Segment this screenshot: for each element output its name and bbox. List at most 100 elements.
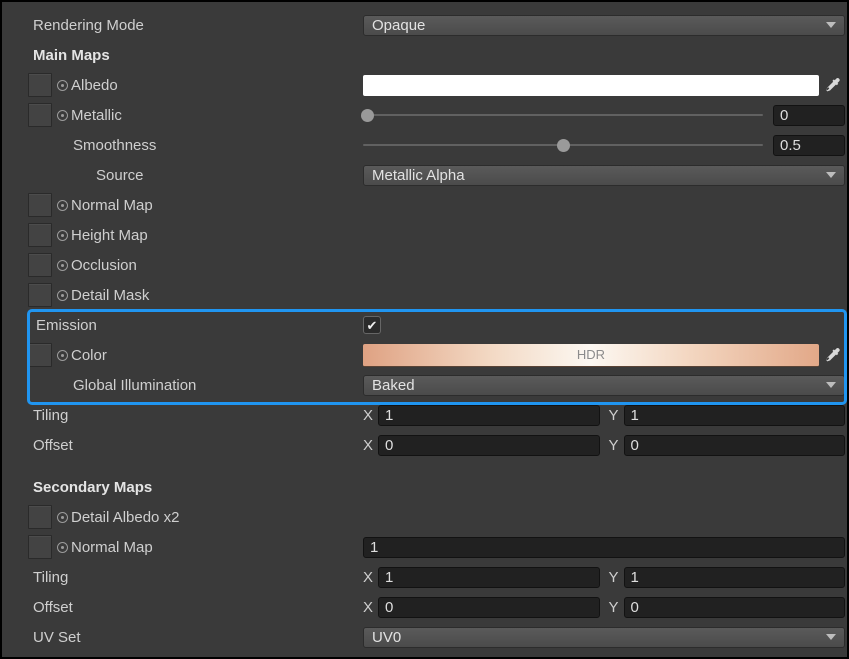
hdr-badge: HDR xyxy=(577,347,605,362)
object-picker-icon[interactable] xyxy=(57,230,68,241)
x-axis-label: X xyxy=(363,437,373,454)
y-axis-label: Y xyxy=(609,569,619,586)
secondary-tiling-row: Tiling X Y xyxy=(2,562,847,592)
secondary-maps-header-row: Secondary Maps xyxy=(2,472,847,502)
object-picker-icon[interactable] xyxy=(57,350,68,361)
dropdown-arrow-icon xyxy=(826,22,836,28)
y-axis-label: Y xyxy=(609,437,619,454)
detail-mask-texture-slot[interactable] xyxy=(28,283,52,307)
normal-map-texture-slot[interactable] xyxy=(28,193,52,217)
emission-color-row: Color HDR xyxy=(2,340,847,370)
rendering-mode-value: Opaque xyxy=(372,17,425,34)
main-tiling-x-field[interactable] xyxy=(378,405,599,426)
metallic-texture-slot[interactable] xyxy=(28,103,52,127)
metallic-slider-handle[interactable] xyxy=(361,109,374,122)
main-maps-header-row: Main Maps xyxy=(2,40,847,70)
x-axis-label: X xyxy=(363,599,373,616)
detail-mask-label: Detail Mask xyxy=(71,287,149,304)
eyedropper-icon[interactable] xyxy=(819,347,845,363)
global-illumination-dropdown[interactable]: Baked xyxy=(363,375,845,396)
eyedropper-icon[interactable] xyxy=(819,77,845,93)
offset-label: Offset xyxy=(33,599,73,616)
object-picker-icon[interactable] xyxy=(57,542,68,553)
main-tiling-y-field[interactable] xyxy=(624,405,845,426)
smoothness-slider[interactable] xyxy=(363,138,763,152)
secondary-normal-map-label: Normal Map xyxy=(71,539,153,556)
metallic-label: Metallic xyxy=(71,107,122,124)
albedo-texture-slot[interactable] xyxy=(28,73,52,97)
uv-set-dropdown[interactable]: UV0 xyxy=(363,627,845,648)
checkmark-icon: ✔ xyxy=(367,319,378,332)
albedo-color-swatch[interactable] xyxy=(363,75,819,96)
main-maps-header: Main Maps xyxy=(33,47,110,64)
secondary-offset-row: Offset X Y xyxy=(2,592,847,622)
dropdown-arrow-icon xyxy=(826,382,836,388)
secondary-normal-map-texture-slot[interactable] xyxy=(28,535,52,559)
source-value: Metallic Alpha xyxy=(372,167,465,184)
source-dropdown[interactable]: Metallic Alpha xyxy=(363,165,845,186)
smoothness-label: Smoothness xyxy=(73,137,156,154)
metallic-slider[interactable] xyxy=(363,108,763,122)
secondary-tiling-y-field[interactable] xyxy=(624,567,845,588)
eyedropper-glyph xyxy=(824,77,840,93)
albedo-label: Albedo xyxy=(71,77,118,94)
object-picker-icon[interactable] xyxy=(57,512,68,523)
emission-row: Emission ✔ xyxy=(2,310,847,340)
x-axis-label: X xyxy=(363,569,373,586)
secondary-offset-y-field[interactable] xyxy=(624,597,845,618)
detail-albedo-row: Detail Albedo x2 xyxy=(2,502,847,532)
object-picker-icon[interactable] xyxy=(57,80,68,91)
occlusion-texture-slot[interactable] xyxy=(28,253,52,277)
smoothness-value-field[interactable] xyxy=(773,135,845,156)
emission-color-label: Color xyxy=(71,347,107,364)
object-picker-icon[interactable] xyxy=(57,110,68,121)
main-offset-row: Offset X Y xyxy=(2,430,847,460)
metallic-row: Metallic xyxy=(2,100,847,130)
detail-mask-row: Detail Mask xyxy=(2,280,847,310)
y-axis-label: Y xyxy=(609,599,619,616)
normal-map-label: Normal Map xyxy=(71,197,153,214)
main-tiling-row: Tiling X Y xyxy=(2,400,847,430)
secondary-maps-header: Secondary Maps xyxy=(33,479,152,496)
height-map-label: Height Map xyxy=(71,227,148,244)
dropdown-arrow-icon xyxy=(826,634,836,640)
tiling-label: Tiling xyxy=(33,407,68,424)
global-illumination-label: Global Illumination xyxy=(73,377,196,394)
uv-set-label: UV Set xyxy=(33,629,81,646)
albedo-row: Albedo xyxy=(2,70,847,100)
detail-albedo-label: Detail Albedo x2 xyxy=(71,509,179,526)
slider-track xyxy=(363,114,763,116)
detail-albedo-texture-slot[interactable] xyxy=(28,505,52,529)
uv-set-row: UV Set UV0 xyxy=(2,622,847,652)
emission-checkbox[interactable]: ✔ xyxy=(363,316,381,334)
y-axis-label: Y xyxy=(609,407,619,424)
section-spacer xyxy=(2,460,847,472)
global-illumination-value: Baked xyxy=(372,377,415,394)
source-row: Source Metallic Alpha xyxy=(2,160,847,190)
tiling-label: Tiling xyxy=(33,569,68,586)
source-label: Source xyxy=(96,167,144,184)
smoothness-row: Smoothness xyxy=(2,130,847,160)
object-picker-icon[interactable] xyxy=(57,260,68,271)
rendering-mode-dropdown[interactable]: Opaque xyxy=(363,15,845,36)
eyedropper-glyph xyxy=(824,347,840,363)
secondary-normal-map-row: Normal Map xyxy=(2,532,847,562)
secondary-tiling-x-field[interactable] xyxy=(378,567,599,588)
smoothness-slider-handle[interactable] xyxy=(557,139,570,152)
secondary-normal-map-scale-field[interactable] xyxy=(363,537,845,558)
secondary-offset-x-field[interactable] xyxy=(378,597,599,618)
object-picker-icon[interactable] xyxy=(57,200,68,211)
rendering-mode-label: Rendering Mode xyxy=(33,17,144,34)
emission-texture-slot[interactable] xyxy=(28,343,52,367)
emission-hdr-color-swatch[interactable]: HDR xyxy=(363,344,819,367)
material-inspector-panel: Rendering Mode Opaque Main Maps Albedo xyxy=(0,0,849,659)
object-picker-icon[interactable] xyxy=(57,290,68,301)
metallic-value-field[interactable] xyxy=(773,105,845,126)
emission-label: Emission xyxy=(36,317,97,334)
offset-label: Offset xyxy=(33,437,73,454)
main-offset-y-field[interactable] xyxy=(624,435,845,456)
main-offset-x-field[interactable] xyxy=(378,435,599,456)
height-map-texture-slot[interactable] xyxy=(28,223,52,247)
height-map-row: Height Map xyxy=(2,220,847,250)
dropdown-arrow-icon xyxy=(826,172,836,178)
